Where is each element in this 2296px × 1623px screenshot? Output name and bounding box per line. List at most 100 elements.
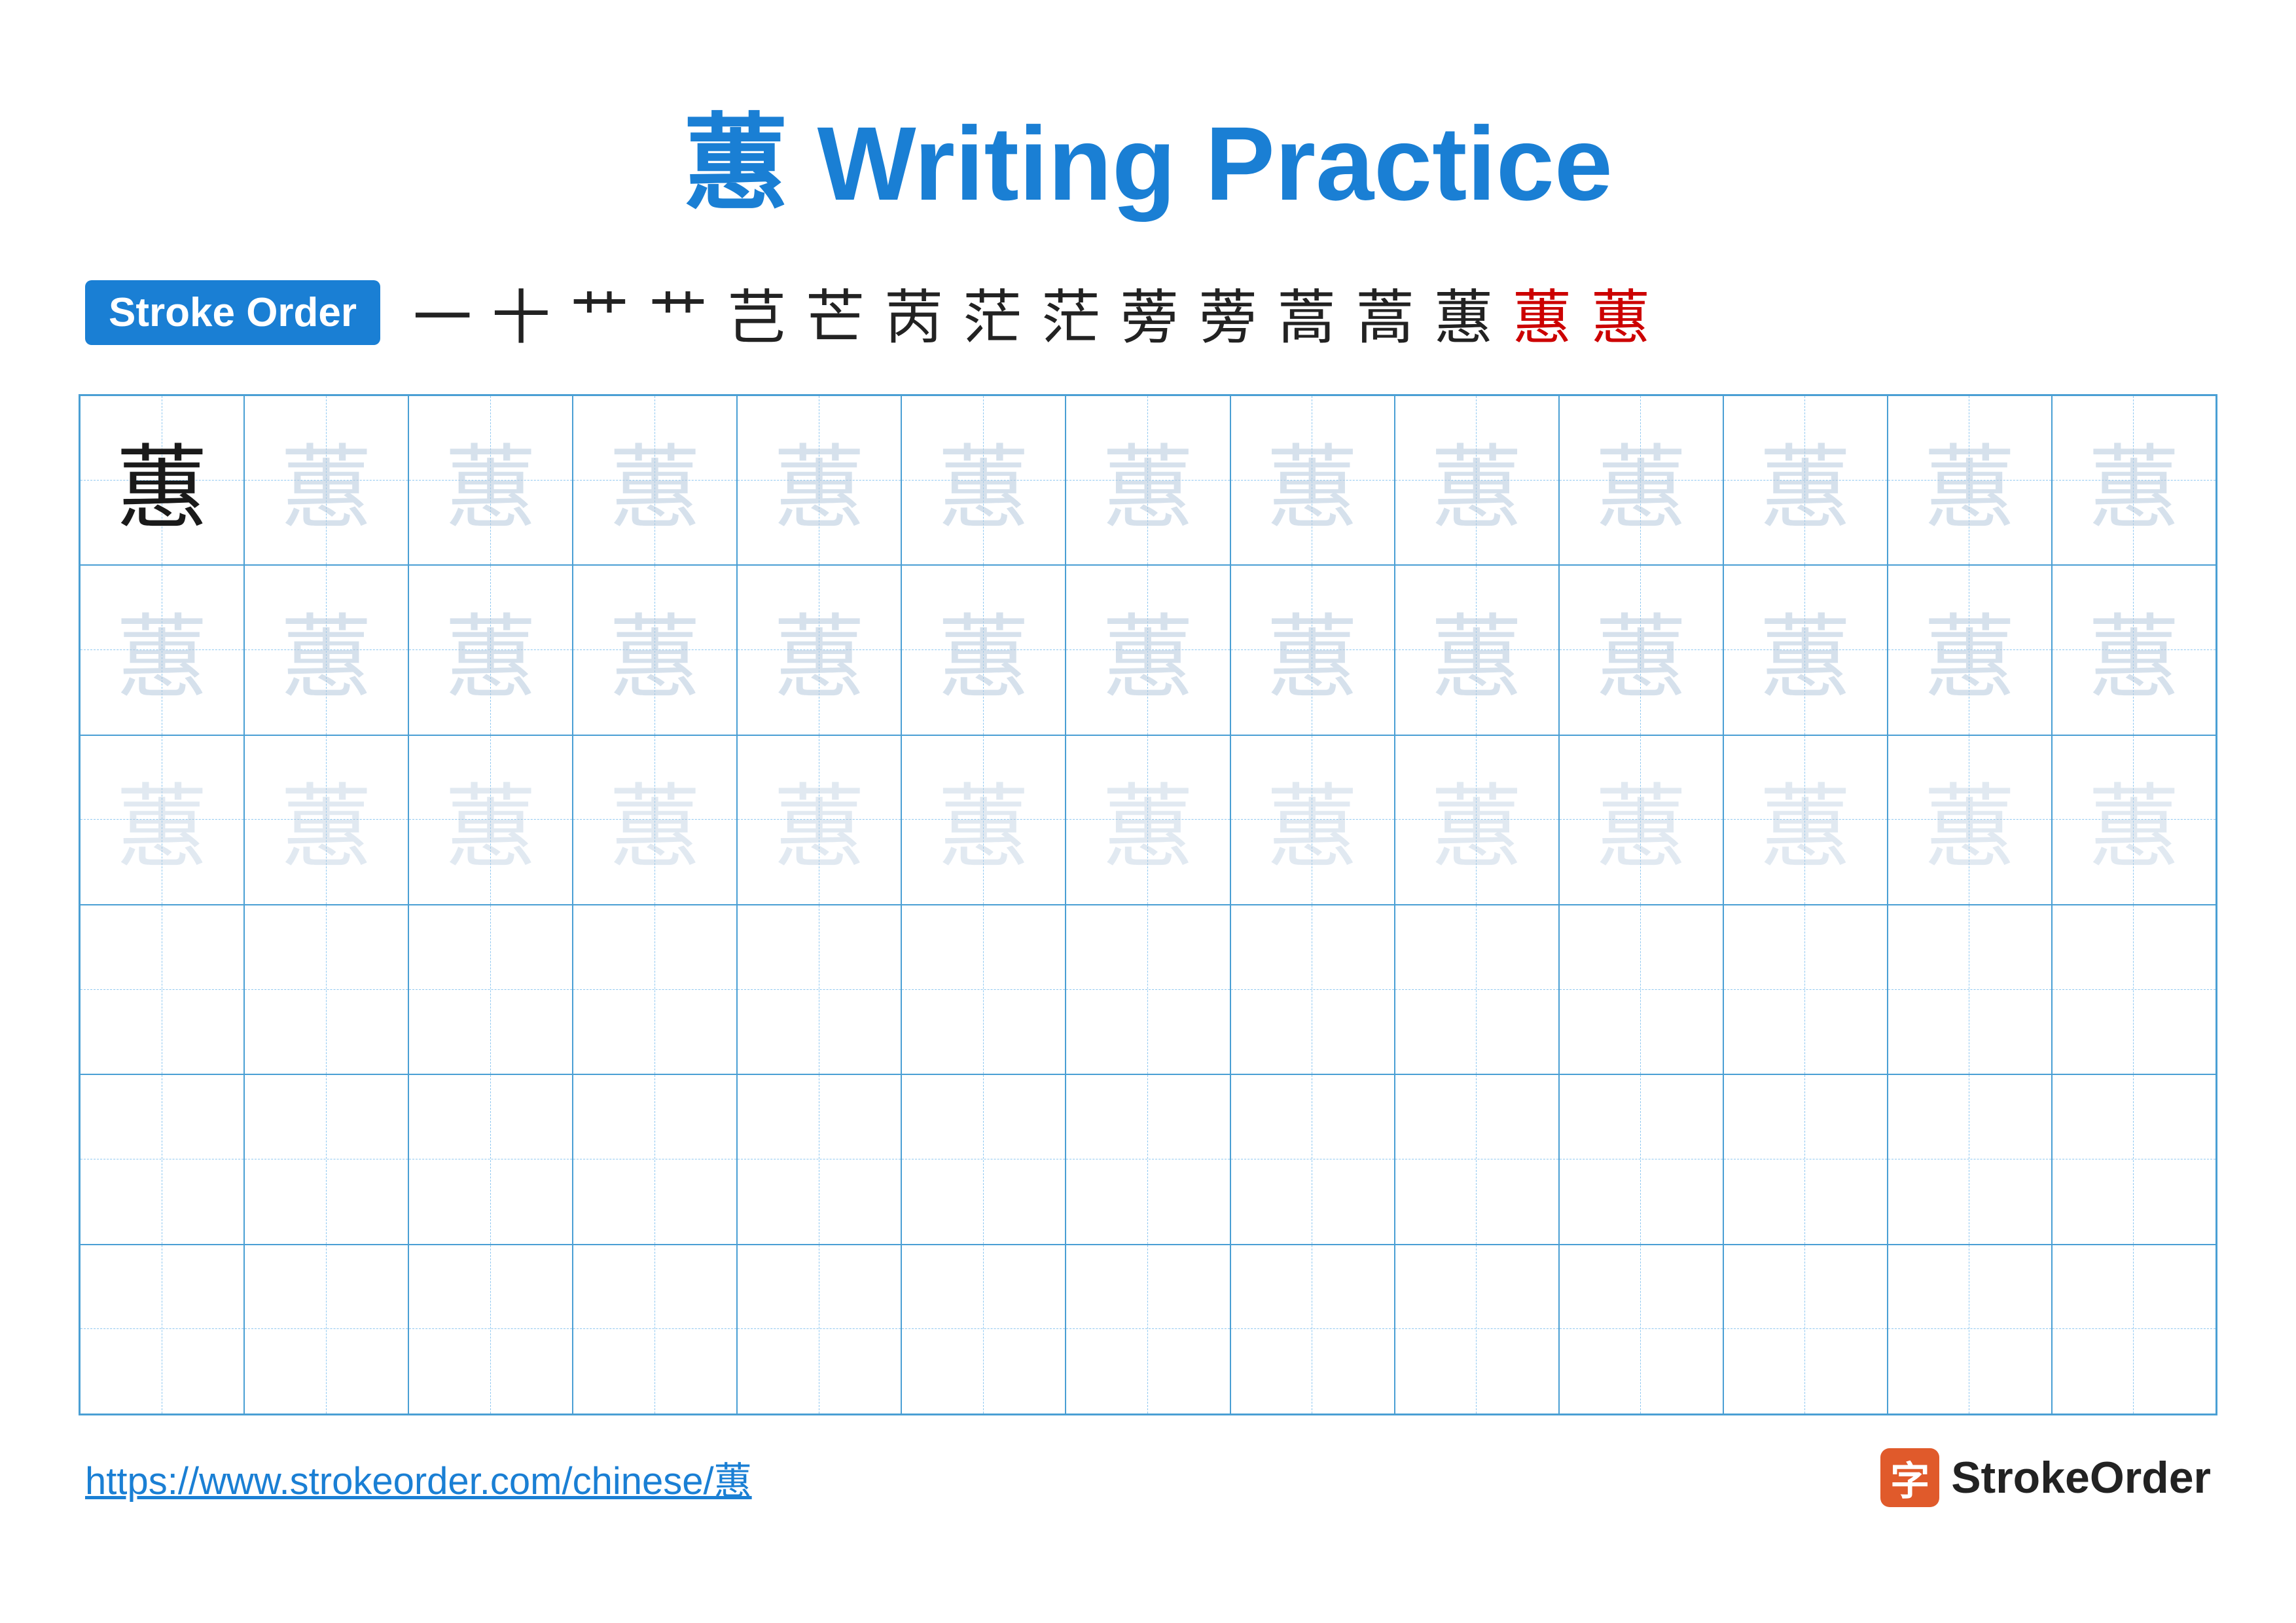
grid-cell-r2-c1[interactable]: 蕙 (80, 565, 244, 735)
grid-cell-r6-c7[interactable] (1066, 1245, 1230, 1414)
grid-cell-r1-c1[interactable]: 蕙 (80, 395, 244, 565)
grid-cell-r1-c10[interactable]: 蕙 (1559, 395, 1723, 565)
char-r1-c6: 蕙 (938, 414, 1030, 547)
grid-cell-r4-c10[interactable] (1559, 905, 1723, 1074)
grid-cell-r5-c10[interactable] (1559, 1074, 1723, 1244)
grid-cell-r3-c11[interactable]: 蕙 (1723, 735, 1888, 905)
grid-cell-r6-c9[interactable] (1395, 1245, 1559, 1414)
stroke-2: 十 (492, 270, 550, 355)
char-r2-c4: 蕙 (609, 584, 701, 716)
grid-cell-r6-c4[interactable] (573, 1245, 737, 1414)
grid-cell-r3-c6[interactable]: 蕙 (901, 735, 1066, 905)
grid-cell-r6-c2[interactable] (244, 1245, 408, 1414)
grid-cell-r2-c5[interactable]: 蕙 (737, 565, 901, 735)
grid-cell-r6-c1[interactable] (80, 1245, 244, 1414)
stroke-15: 蕙 (1513, 270, 1571, 355)
grid-cell-r4-c8[interactable] (1230, 905, 1395, 1074)
grid-cell-r3-c4[interactable]: 蕙 (573, 735, 737, 905)
grid-cell-r5-c4[interactable] (573, 1074, 737, 1244)
grid-cell-r1-c11[interactable]: 蕙 (1723, 395, 1888, 565)
grid-cell-r4-c13[interactable] (2052, 905, 2216, 1074)
char-r1-c9: 蕙 (1431, 414, 1522, 547)
grid-cell-r1-c9[interactable]: 蕙 (1395, 395, 1559, 565)
grid-cell-r2-c11[interactable]: 蕙 (1723, 565, 1888, 735)
grid-cell-r3-c1[interactable]: 蕙 (80, 735, 244, 905)
grid-cell-r1-c2[interactable]: 蕙 (244, 395, 408, 565)
grid-cell-r2-c6[interactable]: 蕙 (901, 565, 1066, 735)
grid-cell-r3-c7[interactable]: 蕙 (1066, 735, 1230, 905)
grid-cell-r3-c5[interactable]: 蕙 (737, 735, 901, 905)
grid-cell-r4-c1[interactable] (80, 905, 244, 1074)
grid-cell-r5-c5[interactable] (737, 1074, 901, 1244)
char-r3-c3: 蕙 (445, 754, 537, 886)
char-r2-c12: 蕙 (1924, 584, 2015, 716)
grid-cell-r1-c3[interactable]: 蕙 (408, 395, 573, 565)
grid-cell-r3-c2[interactable]: 蕙 (244, 735, 408, 905)
grid-cell-r6-c8[interactable] (1230, 1245, 1395, 1414)
char-r1-c2: 蕙 (281, 414, 372, 547)
grid-cell-r2-c12[interactable]: 蕙 (1888, 565, 2052, 735)
grid-cell-r1-c5[interactable]: 蕙 (737, 395, 901, 565)
char-r2-c1: 蕙 (117, 584, 208, 716)
char-r2-c5: 蕙 (774, 584, 865, 716)
grid-cell-r3-c12[interactable]: 蕙 (1888, 735, 2052, 905)
char-r3-c2: 蕙 (281, 754, 372, 886)
grid-cell-r6-c12[interactable] (1888, 1245, 2052, 1414)
grid-cell-r1-c13[interactable]: 蕙 (2052, 395, 2216, 565)
grid-cell-r5-c1[interactable] (80, 1074, 244, 1244)
grid-cell-r4-c2[interactable] (244, 905, 408, 1074)
grid-cell-r4-c11[interactable] (1723, 905, 1888, 1074)
grid-cell-r1-c6[interactable]: 蕙 (901, 395, 1066, 565)
grid-cell-r1-c12[interactable]: 蕙 (1888, 395, 2052, 565)
grid-cell-r3-c13[interactable]: 蕙 (2052, 735, 2216, 905)
grid-cell-r2-c4[interactable]: 蕙 (573, 565, 737, 735)
stroke-14: 蕙 (1434, 270, 1493, 355)
grid-cell-r3-c3[interactable]: 蕙 (408, 735, 573, 905)
grid-cell-r5-c6[interactable] (901, 1074, 1066, 1244)
char-r3-c8: 蕙 (1266, 754, 1358, 886)
grid-cell-r6-c11[interactable] (1723, 1245, 1888, 1414)
grid-cell-r2-c2[interactable]: 蕙 (244, 565, 408, 735)
grid-cell-r4-c7[interactable] (1066, 905, 1230, 1074)
grid-cell-r5-c12[interactable] (1888, 1074, 2052, 1244)
grid-cell-r5-c7[interactable] (1066, 1074, 1230, 1244)
char-r2-c8: 蕙 (1266, 584, 1358, 716)
grid-cell-r3-c10[interactable]: 蕙 (1559, 735, 1723, 905)
grid-cell-r1-c8[interactable]: 蕙 (1230, 395, 1395, 565)
grid-cell-r6-c3[interactable] (408, 1245, 573, 1414)
grid-cell-r4-c5[interactable] (737, 905, 901, 1074)
grid-cell-r5-c13[interactable] (2052, 1074, 2216, 1244)
grid-cell-r2-c7[interactable]: 蕙 (1066, 565, 1230, 735)
char-r2-c3: 蕙 (445, 584, 537, 716)
char-r1-c3: 蕙 (445, 414, 537, 547)
strokeorder-logo-text: StrokeOrder (1951, 1452, 2211, 1503)
grid-cell-r2-c3[interactable]: 蕙 (408, 565, 573, 735)
grid-cell-r4-c4[interactable] (573, 905, 737, 1074)
grid-cell-r3-c8[interactable]: 蕙 (1230, 735, 1395, 905)
footer: https://www.strokeorder.com/chinese/蕙 字 … (79, 1448, 2217, 1507)
grid-cell-r1-c7[interactable]: 蕙 (1066, 395, 1230, 565)
grid-cell-r2-c10[interactable]: 蕙 (1559, 565, 1723, 735)
grid-cell-r2-c9[interactable]: 蕙 (1395, 565, 1559, 735)
grid-cell-r3-c9[interactable]: 蕙 (1395, 735, 1559, 905)
grid-cell-r4-c9[interactable] (1395, 905, 1559, 1074)
grid-cell-r6-c6[interactable] (901, 1245, 1066, 1414)
grid-cell-r4-c6[interactable] (901, 905, 1066, 1074)
stroke-sequence: 一 十 艹 艹 芑 芒 苪 茫 茫 蒡 蒡 蒿 蒿 蕙 蕙 蕙 (413, 270, 1650, 355)
grid-cell-r5-c11[interactable] (1723, 1074, 1888, 1244)
grid-cell-r2-c8[interactable]: 蕙 (1230, 565, 1395, 735)
footer-url[interactable]: https://www.strokeorder.com/chinese/蕙 (85, 1450, 752, 1505)
grid-cell-r6-c10[interactable] (1559, 1245, 1723, 1414)
grid-cell-r4-c12[interactable] (1888, 905, 2052, 1074)
page: 蕙 Writing Practice Stroke Order 一 十 艹 艹 … (0, 0, 2296, 1623)
grid-cell-r5-c9[interactable] (1395, 1074, 1559, 1244)
grid-cell-r5-c2[interactable] (244, 1074, 408, 1244)
grid-cell-r6-c5[interactable] (737, 1245, 901, 1414)
grid-cell-r1-c4[interactable]: 蕙 (573, 395, 737, 565)
grid-cell-r5-c8[interactable] (1230, 1074, 1395, 1244)
grid-cell-r4-c3[interactable] (408, 905, 573, 1074)
grid-cell-r5-c3[interactable] (408, 1074, 573, 1244)
stroke-12: 蒿 (1277, 270, 1336, 355)
grid-cell-r6-c13[interactable] (2052, 1245, 2216, 1414)
grid-cell-r2-c13[interactable]: 蕙 (2052, 565, 2216, 735)
